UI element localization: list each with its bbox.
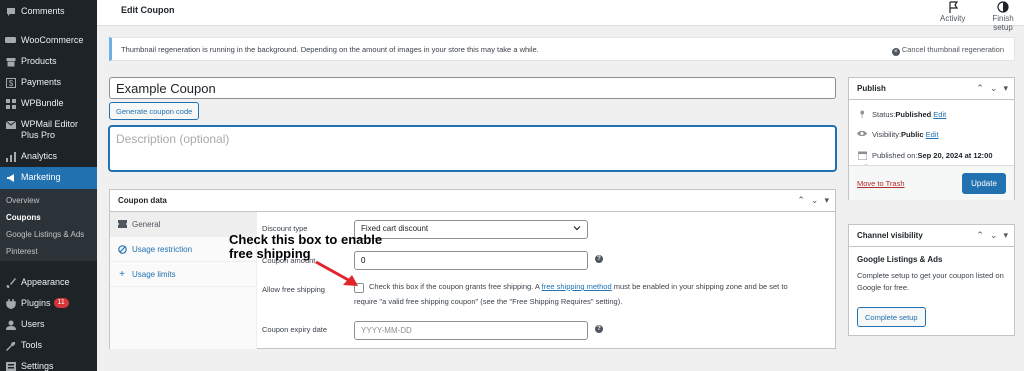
update-button[interactable]: Update [962, 173, 1006, 194]
top-header: Edit Coupon Activity Finish setup [97, 0, 1024, 32]
caret-down-icon[interactable]: ▾ [824, 195, 829, 206]
help-icon: ? [595, 325, 603, 333]
sidebar-item-tools[interactable]: Tools [0, 340, 97, 351]
mail-icon [5, 119, 16, 130]
submenu-google-listings[interactable]: Google Listings & Ads [6, 230, 84, 239]
generate-coupon-button[interactable]: Generate coupon code [109, 102, 200, 120]
dollar-icon: $ [5, 77, 16, 88]
red-arrow-icon [315, 260, 358, 286]
bar-chart-icon [5, 151, 16, 162]
coupon-data-title: Coupon data [118, 196, 167, 205]
woo-icon [5, 35, 16, 46]
calendar-icon [857, 151, 867, 160]
sidebar-item-settings[interactable]: Settings [0, 361, 97, 371]
user-icon [5, 319, 16, 330]
publish-title: Publish [857, 84, 886, 93]
channel-visibility-title: Channel visibility [857, 231, 923, 240]
help-icon: ? [595, 255, 603, 263]
archive-icon [5, 56, 16, 67]
grid-icon [5, 98, 16, 109]
chevron-down-icon[interactable]: ⌄ [990, 230, 998, 241]
sidebar-item-appearance[interactable]: Appearance [0, 277, 97, 288]
chevron-down-icon [573, 224, 581, 234]
chevron-down-icon[interactable]: ⌄ [811, 195, 819, 206]
paintbrush-icon [5, 277, 16, 288]
chevron-down-icon[interactable]: ⌄ [990, 83, 998, 94]
description-textarea[interactable] [109, 126, 836, 171]
free-shipping-description: Check this box if the coupon grants free… [369, 282, 788, 291]
block-icon [117, 244, 127, 254]
tab-usage-limits[interactable]: + Usage limits [110, 262, 257, 287]
publish-status-row: 📍︎ Status: Published Edit [857, 110, 947, 119]
marketing-submenu: Overview Coupons Google Listings & Ads P… [0, 189, 97, 261]
megaphone-icon [5, 172, 16, 183]
chevron-up-icon[interactable]: ⌃ [976, 230, 984, 241]
finish-setup-button[interactable]: Finish setup [982, 1, 1024, 32]
settings-icon [5, 361, 16, 371]
caret-down-icon[interactable]: ▾ [1003, 230, 1008, 241]
comment-icon [5, 6, 16, 17]
sidebar-item-payments[interactable]: $ Payments [0, 77, 97, 88]
submenu-coupons[interactable]: Coupons [6, 213, 41, 222]
channel-subtitle: Google Listings & Ads [857, 255, 943, 264]
close-circle-icon: × [891, 48, 900, 56]
svg-text:$: $ [8, 79, 13, 88]
free-shipping-method-link[interactable]: free shipping method [542, 282, 612, 291]
sidebar-item-analytics[interactable]: Analytics [0, 151, 97, 162]
sidebar-item-users[interactable]: Users [0, 319, 97, 330]
notice-text: Thumbnail regeneration is running in the… [121, 45, 539, 54]
publish-visibility-row: Visibility: Public Edit [857, 130, 939, 139]
sidebar-item-products[interactable]: Products [0, 56, 97, 67]
eye-icon [857, 130, 867, 137]
publish-box: Publish ⌃ ⌄ ▾ 📍︎ Status: Published Edit … [848, 77, 1015, 200]
chevron-up-icon[interactable]: ⌃ [976, 83, 984, 94]
plus-icon: + [119, 268, 125, 280]
ticket-icon [117, 220, 127, 228]
complete-setup-button[interactable]: Complete setup [857, 307, 926, 327]
chevron-up-icon[interactable]: ⌃ [797, 195, 805, 206]
sidebar-item-wpbundle[interactable]: WPBundle [0, 98, 97, 109]
submenu-overview[interactable]: Overview [6, 196, 39, 205]
plug-icon [5, 298, 16, 309]
activity-button[interactable]: Activity [940, 1, 965, 23]
flag-icon [947, 1, 959, 13]
admin-sidebar: Comments WooCommerce Products $ Payments… [0, 0, 97, 371]
sidebar-item-wpmail[interactable]: WPMail Editor Plus Pro [0, 119, 92, 141]
channel-description: Complete setup to get your coupon listed… [857, 271, 1004, 292]
tutorial-annotation: Check this box to enable free shipping [229, 232, 383, 261]
move-to-trash-link[interactable]: Move to Trash [857, 179, 905, 188]
caret-down-icon[interactable]: ▾ [1003, 83, 1008, 94]
sidebar-item-comments[interactable]: Comments [0, 6, 97, 17]
coupon-code-input[interactable] [109, 77, 836, 99]
expiry-date-input[interactable] [354, 321, 588, 340]
expiry-date-label: Coupon expiry date [262, 325, 328, 334]
thumbnail-notice: Thumbnail regeneration is running in the… [109, 37, 1015, 61]
cancel-regeneration-link[interactable]: × Cancel thumbnail regeneration [891, 45, 1004, 56]
sidebar-item-plugins[interactable]: Plugins 11 [0, 298, 97, 309]
pin-icon: 📍︎ [857, 110, 867, 119]
plugins-update-badge: 11 [53, 298, 69, 308]
sidebar-item-marketing[interactable]: Marketing [0, 167, 97, 189]
publish-actions: Move to Trash Update [849, 165, 1014, 200]
sidebar-item-woocommerce[interactable]: WooCommerce [0, 35, 97, 46]
submenu-pinterest[interactable]: Pinterest [6, 247, 38, 256]
edit-visibility-link[interactable]: Edit [926, 130, 939, 139]
wrench-icon [5, 340, 16, 351]
progress-circle-icon [997, 1, 1009, 13]
channel-visibility-box: Channel visibility ⌃ ⌄ ▾ Google Listings… [848, 224, 1015, 336]
page-title: Edit Coupon [121, 5, 175, 15]
free-shipping-description-line2: require "a valid free shipping coupon" (… [354, 297, 623, 306]
publish-date-row: Published on: Sep 20, 2024 at 12:00 [857, 151, 1012, 160]
edit-status-link[interactable]: Edit [933, 110, 946, 119]
coupon-data-header: Coupon data ⌃ ⌄ ▾ [110, 190, 835, 212]
